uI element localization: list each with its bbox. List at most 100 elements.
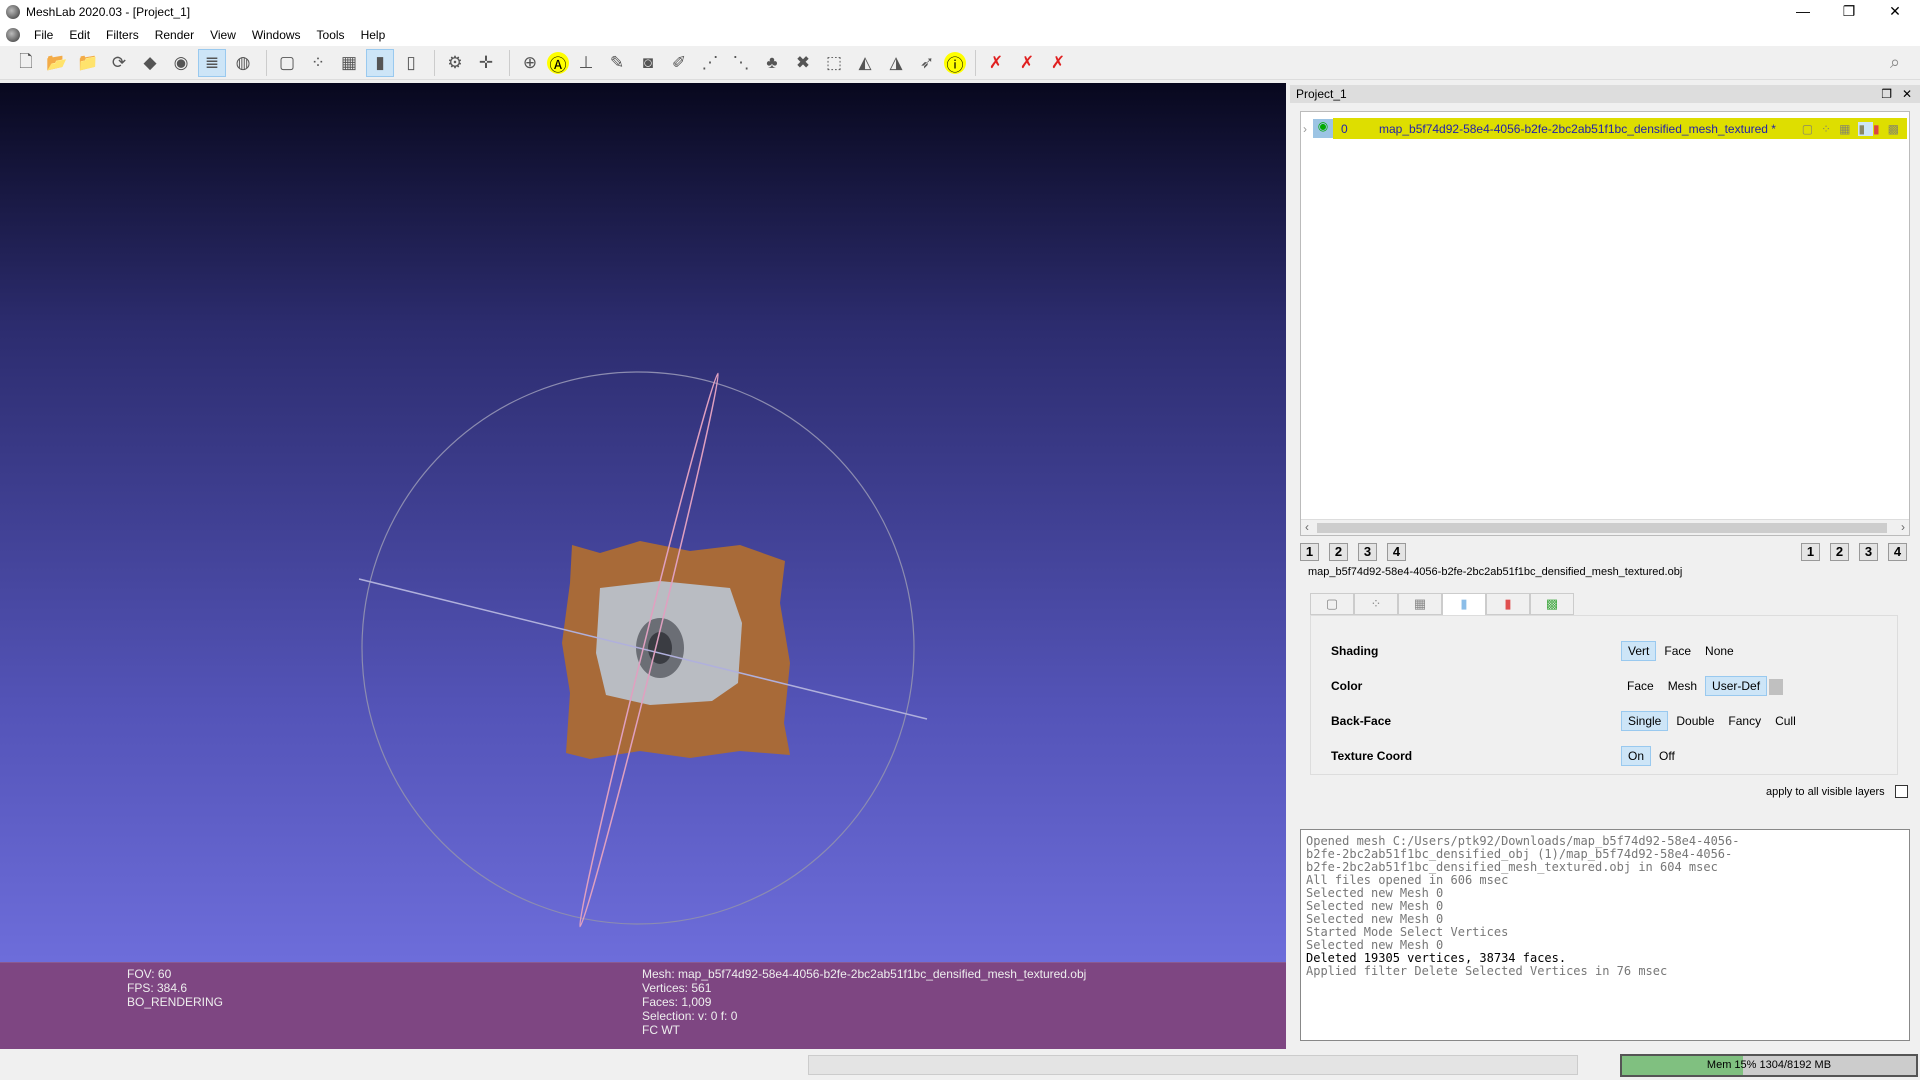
- menu-tools[interactable]: Tools: [309, 28, 353, 42]
- camera-icon[interactable]: ◙: [634, 49, 662, 77]
- right-view-button-4[interactable]: 4: [1888, 543, 1907, 561]
- float-panel-icon[interactable]: ❐: [1881, 85, 1892, 103]
- visibility-eye-icon[interactable]: ◉: [1313, 119, 1333, 138]
- toolbar-separator: [434, 50, 435, 76]
- menu-filters[interactable]: Filters: [98, 28, 147, 42]
- apply-all-checkbox[interactable]: [1895, 785, 1908, 798]
- mesh-model: [562, 541, 790, 759]
- menu-render[interactable]: Render: [147, 28, 202, 42]
- flat-icon[interactable]: ▯: [397, 49, 425, 77]
- menu-view[interactable]: View: [202, 28, 244, 42]
- texcoord-option-off[interactable]: Off: [1653, 747, 1681, 765]
- mesh-filename: map_b5f74d92-58e4-4056-b2fe-2bc2ab51f1bc…: [1308, 566, 1683, 578]
- menu-windows[interactable]: Windows: [244, 28, 309, 42]
- scrollbar-thumb[interactable]: [1317, 523, 1887, 533]
- backface-option-double[interactable]: Double: [1670, 712, 1720, 730]
- shading-option-none[interactable]: None: [1699, 642, 1740, 660]
- layers-icon[interactable]: ≣: [198, 49, 226, 77]
- axes-icon[interactable]: ✛: [472, 49, 500, 77]
- tab-points[interactable]: ⁘: [1354, 593, 1398, 615]
- menu-edit[interactable]: Edit: [61, 28, 98, 42]
- search-icon[interactable]: ⌕: [1890, 52, 1900, 73]
- select-cursor-icon[interactable]: ➶: [913, 49, 941, 77]
- render-tabs: ▢ ⁘ ▦ ▮ ▮ ▩: [1310, 593, 1610, 615]
- backface-option-single[interactable]: Single: [1621, 711, 1669, 731]
- menu-help[interactable]: Help: [353, 28, 394, 42]
- layer-index: 0: [1341, 121, 1348, 136]
- menu-file[interactable]: File: [26, 28, 61, 42]
- memory-text: Mem 15% 1304/8192 MB: [1706, 1059, 1832, 1071]
- shading-option-vert[interactable]: Vert: [1621, 641, 1657, 661]
- scroll-left-icon[interactable]: ‹: [1305, 520, 1309, 534]
- paint-icon[interactable]: ✎: [603, 49, 631, 77]
- measure-icon[interactable]: Ⓐ: [547, 52, 569, 75]
- select-faces-plus-icon[interactable]: ◭: [851, 49, 879, 77]
- expand-chevron-icon[interactable]: ›: [1303, 122, 1313, 136]
- points-icon[interactable]: ⁘: [304, 49, 332, 77]
- backface-label: Back-Face: [1331, 714, 1392, 728]
- bbox-icon[interactable]: ▢: [273, 49, 301, 77]
- left-view-button-2[interactable]: 2: [1329, 543, 1348, 561]
- tab-wireframe[interactable]: ▦: [1398, 593, 1442, 615]
- color-option-user-def[interactable]: User-Def: [1705, 676, 1768, 696]
- decorations-icon[interactable]: ⚙: [441, 49, 469, 77]
- color-option-mesh[interactable]: Mesh: [1662, 677, 1703, 695]
- open-project-icon[interactable]: 📂: [43, 49, 71, 77]
- select-vertices-icon[interactable]: ⋰: [696, 49, 724, 77]
- viewport-info-bar: FOV: 60 FPS: 384.6 BO_RENDERING Mesh: ma…: [0, 962, 1286, 1049]
- georef-icon[interactable]: ✖: [789, 49, 817, 77]
- scroll-right-icon[interactable]: ›: [1901, 520, 1905, 534]
- flags-text: FC WT: [642, 1023, 680, 1037]
- raster-icon[interactable]: ◍: [229, 49, 257, 77]
- texcoord-label: Texture Coord: [1331, 749, 1413, 763]
- 3d-viewport[interactable]: [0, 83, 1286, 1049]
- snapshot-icon[interactable]: ◉: [167, 49, 195, 77]
- backface-option-cull[interactable]: Cull: [1769, 712, 1802, 730]
- export-mesh-icon[interactable]: ◆: [136, 49, 164, 77]
- horizontal-scrollbar[interactable]: ‹ ›: [1301, 519, 1909, 535]
- wireframe-icon[interactable]: ▦: [335, 49, 363, 77]
- delete-faces-vertices-icon[interactable]: ✗: [1044, 49, 1072, 77]
- mdi-logo-icon: [6, 28, 20, 42]
- left-view-button-4[interactable]: 4: [1387, 543, 1406, 561]
- delete-vertices-icon[interactable]: ✗: [982, 49, 1010, 77]
- import-mesh-icon[interactable]: 📁: [74, 49, 102, 77]
- toolbar-separator: [509, 50, 510, 76]
- color-paint-icon[interactable]: ♣: [758, 49, 786, 77]
- shading-option-face[interactable]: Face: [1658, 642, 1697, 660]
- tab-solid[interactable]: ▮: [1442, 593, 1486, 615]
- select-faces-minus-icon[interactable]: ◮: [882, 49, 910, 77]
- right-view-button-3[interactable]: 3: [1859, 543, 1878, 561]
- right-view-button-2[interactable]: 2: [1830, 543, 1849, 561]
- color-options: Face Mesh User-Def: [1621, 676, 1784, 696]
- tab-bbox[interactable]: ▢: [1310, 593, 1354, 615]
- close-panel-icon[interactable]: ✕: [1902, 85, 1912, 103]
- brush-icon[interactable]: ✐: [665, 49, 693, 77]
- title-bar: MeshLab 2020.03 - [Project_1] — ❐ ✕: [0, 0, 1920, 24]
- manipulator-icon[interactable]: ⊕: [516, 49, 544, 77]
- select-connected-icon[interactable]: ⋱: [727, 49, 755, 77]
- window-title: MeshLab 2020.03 - [Project_1]: [26, 5, 191, 19]
- user-color-swatch[interactable]: [1769, 678, 1784, 695]
- new-project-icon[interactable]: 🗋: [12, 49, 40, 77]
- reload-icon[interactable]: ⟳: [105, 49, 133, 77]
- close-button[interactable]: ✕: [1872, 0, 1918, 24]
- right-view-button-1[interactable]: 1: [1801, 543, 1820, 561]
- layer-row[interactable]: › ◉ 0 map_b5f74d92-58e4-4056-b2fe-2bc2ab…: [1303, 118, 1907, 139]
- info-icon[interactable]: ⓘ: [944, 52, 966, 75]
- delete-faces-icon[interactable]: ✗: [1013, 49, 1041, 77]
- maximize-button[interactable]: ❐: [1826, 0, 1872, 24]
- left-view-button-3[interactable]: 3: [1358, 543, 1377, 561]
- align-icon[interactable]: ⊥: [572, 49, 600, 77]
- smooth-icon[interactable]: ▮: [366, 49, 394, 77]
- select-faces-icon[interactable]: ⬚: [820, 49, 848, 77]
- color-option-face[interactable]: Face: [1621, 677, 1660, 695]
- texcoord-option-on[interactable]: On: [1621, 746, 1652, 766]
- tab-color[interactable]: ▮: [1486, 593, 1530, 615]
- left-view-button-1[interactable]: 1: [1300, 543, 1319, 561]
- backface-option-fancy[interactable]: Fancy: [1722, 712, 1767, 730]
- tab-texture[interactable]: ▩: [1530, 593, 1574, 615]
- minimize-button[interactable]: —: [1780, 0, 1826, 24]
- render-mode-text: BO_RENDERING: [127, 995, 224, 1009]
- layer-render-mode-icons[interactable]: ▢⁘▦▮▮▩: [1802, 121, 1907, 136]
